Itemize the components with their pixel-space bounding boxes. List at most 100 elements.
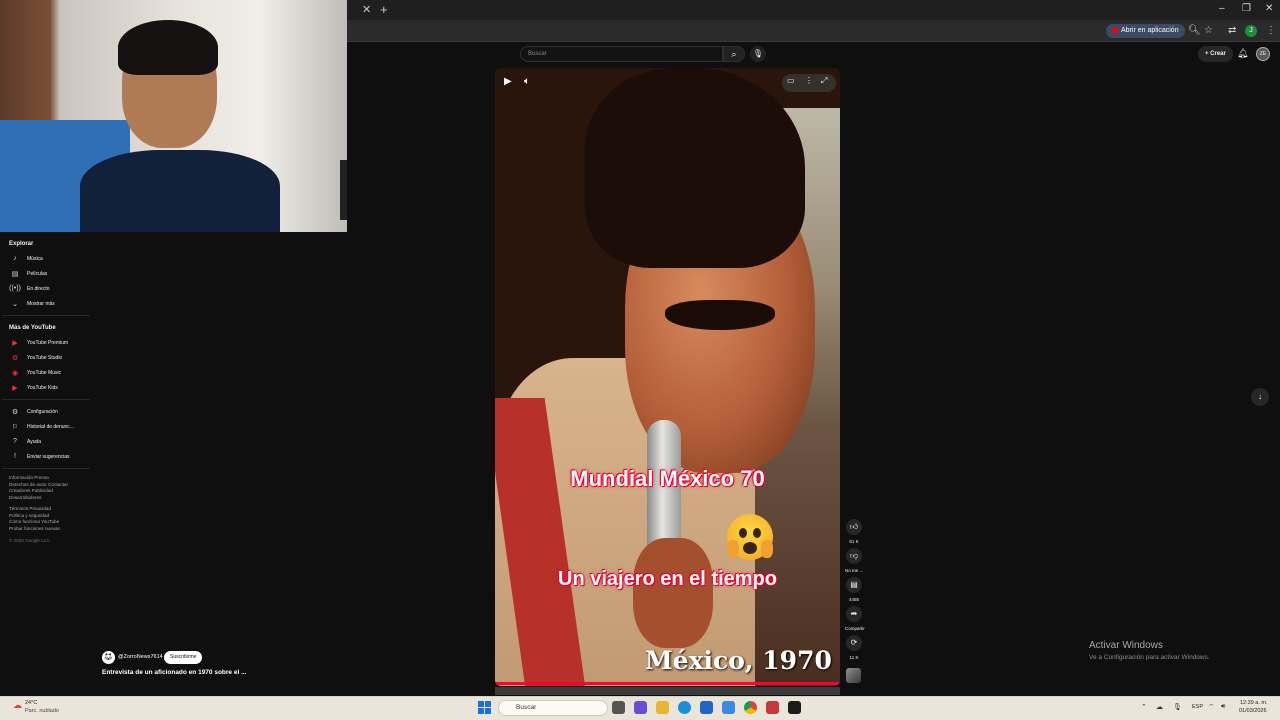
browser-profile-avatar[interactable]: J xyxy=(1245,25,1257,37)
shorts-video-player[interactable]: Mundial México 70 Un viajero en el tiemp… xyxy=(495,68,840,686)
speaker-icon[interactable]: 🔊︎ xyxy=(1221,703,1225,711)
taskbar-search[interactable]: Buscar xyxy=(498,700,608,716)
dislike-icon[interactable]: 👎︎ xyxy=(846,548,862,564)
search-button[interactable]: ⌕ xyxy=(723,46,745,62)
webcam-overlay xyxy=(0,0,347,232)
create-button[interactable]: + Crear xyxy=(1198,46,1233,62)
search-input[interactable]: Buscar xyxy=(520,46,723,62)
notifications-bell-icon[interactable]: 🔔︎ xyxy=(1237,48,1248,59)
chrome-icon[interactable] xyxy=(744,701,757,714)
sidebar-item-report-history[interactable]: ⚐ Historial de denunc... xyxy=(0,419,92,434)
sidebar-divider xyxy=(2,399,90,400)
activate-windows-title: Activar Windows xyxy=(1089,640,1163,651)
sidebar-item-premium[interactable]: ▶ YouTube Premium xyxy=(0,335,92,350)
dislike-action[interactable]: 👎︎ No me ... xyxy=(845,548,863,573)
film-icon: ▤ xyxy=(11,270,19,278)
sidebar-item-label: YouTube Premium xyxy=(27,339,69,346)
sidebar-item-studio[interactable]: ⚙ YouTube Studio xyxy=(0,350,92,365)
wifi-icon[interactable]: ⌔ xyxy=(1208,703,1215,712)
webcam-person-hair xyxy=(118,20,218,75)
sidebar-item-movies[interactable]: ▤ Películas xyxy=(0,266,92,281)
share-action[interactable]: ➦ Compartir xyxy=(845,606,865,631)
like-icon[interactable]: 👍︎ xyxy=(846,519,862,535)
volume-icon[interactable]: 🔈︎ xyxy=(524,76,530,87)
channel-avatar[interactable]: 🦊︎ xyxy=(102,651,115,664)
extensions-icon[interactable]: ⇄ xyxy=(1228,25,1236,36)
remix-action[interactable]: ⟳ 11 K xyxy=(845,635,863,660)
sidebar-item-music[interactable]: ♪ Música xyxy=(0,251,92,266)
microphone-tray-icon[interactable]: 🎙︎ xyxy=(1173,703,1182,711)
sidebar-item-label: Historial de denunc... xyxy=(27,423,74,430)
sidebar-item-feedback[interactable]: ! Enviar sugerencias xyxy=(0,449,92,464)
tray-overflow-icon[interactable]: ⌃ xyxy=(1141,703,1147,711)
fullscreen-icon[interactable]: ⤢ xyxy=(821,76,827,86)
channel-handle[interactable]: @ZorroNews7614 xyxy=(118,654,163,660)
video-title[interactable]: Entrevista de un aficionado en 1970 sobr… xyxy=(102,669,247,676)
network-tray-icon[interactable]: ☁ xyxy=(1156,703,1163,711)
sidebar-item-music-app[interactable]: ◉ YouTube Music xyxy=(0,365,92,380)
bookmark-star-icon[interactable]: ☆ xyxy=(1204,25,1213,36)
video-progress-bar[interactable] xyxy=(495,682,840,685)
youtube-logo-icon xyxy=(1112,28,1118,33)
language-indicator[interactable]: ESP xyxy=(1192,704,1203,710)
mail-icon[interactable] xyxy=(722,701,735,714)
sidebar-item-show-more[interactable]: ⌄ Mostrar más xyxy=(0,296,92,311)
clock-date[interactable]: 01/03/2026 xyxy=(1239,708,1267,714)
next-short-preview[interactable] xyxy=(495,687,840,695)
remix-icon[interactable]: ⟳ xyxy=(846,635,862,651)
sidebar-item-label: YouTube Studio xyxy=(27,354,63,361)
sidebar-item-help[interactable]: ? Ayuda xyxy=(0,434,92,449)
webcam-person-shirt xyxy=(80,150,280,232)
more-options-icon[interactable]: ⋮ xyxy=(805,76,813,85)
weather-temperature[interactable]: 24°C xyxy=(25,700,37,706)
new-tab-icon[interactable]: + xyxy=(380,2,388,17)
close-window-icon[interactable]: ✕ xyxy=(1265,3,1273,14)
weather-icon[interactable]: ☁ xyxy=(13,700,22,711)
sidebar-item-label: Mostrar más xyxy=(27,300,55,307)
more-from-youtube-heading: Más de YouTube xyxy=(9,325,56,331)
footer-links[interactable]: Desarrolladores xyxy=(0,495,92,502)
activate-windows-subtitle: Ve a Configuración para activar Windows. xyxy=(1089,654,1210,661)
youtube-music-icon: ◉ xyxy=(11,369,19,377)
like-count: 61 K xyxy=(849,539,859,544)
sidebar-item-kids[interactable]: ▶ YouTube Kids xyxy=(0,380,92,395)
sidebar-item-live[interactable]: ((•)) En directo xyxy=(0,281,92,296)
next-video-button[interactable]: ↓ xyxy=(1251,388,1269,406)
like-action[interactable]: 👍︎ 61 K xyxy=(845,519,863,544)
comment-count: 4455 xyxy=(848,597,859,602)
open-in-app-button[interactable]: Abrir en aplicación xyxy=(1106,24,1185,38)
video-person-mustache xyxy=(665,300,775,330)
edge-browser-icon[interactable] xyxy=(678,701,691,714)
play-icon[interactable]: ▶ xyxy=(504,76,512,87)
comments-action[interactable]: ▤ 4455 xyxy=(845,577,863,602)
clock-time[interactable]: 12:39 a. m. xyxy=(1240,700,1268,706)
subscribe-button[interactable]: Suscribirme xyxy=(164,651,203,664)
voice-search-button[interactable]: 🎙︎ xyxy=(750,46,766,62)
widgets-icon[interactable] xyxy=(634,701,647,714)
account-avatar[interactable]: ZE xyxy=(1256,47,1270,61)
player-top-controls: ▭ ⋮ ⤢ xyxy=(782,74,836,92)
minimize-icon[interactable]: – xyxy=(1219,3,1225,14)
app-icon[interactable] xyxy=(766,701,779,714)
captions-icon[interactable]: ▭ xyxy=(787,76,795,85)
maximize-icon[interactable]: ❐ xyxy=(1242,3,1251,14)
store-icon[interactable] xyxy=(700,701,713,714)
zoom-icon[interactable]: 🔍︎ xyxy=(1188,25,1201,36)
sidebar-divider xyxy=(2,315,90,316)
footer-links[interactable]: Probar funciones nuevas xyxy=(0,526,92,533)
weather-description[interactable]: Parc. nublado xyxy=(25,708,59,714)
comment-icon[interactable]: ▤ xyxy=(846,577,862,593)
browser-menu-icon[interactable]: ⋮ xyxy=(1266,25,1276,36)
tab-close-icon[interactable]: ✕ xyxy=(362,3,371,16)
sidebar-item-label: YouTube Kids xyxy=(27,384,58,391)
task-view-icon[interactable] xyxy=(612,701,625,714)
share-icon[interactable]: ➦ xyxy=(846,606,862,622)
copyright: © 2026 Google LLC xyxy=(9,538,50,543)
file-explorer-icon[interactable] xyxy=(656,701,669,714)
remix-count: 11 K xyxy=(849,655,859,660)
sidebar-item-label: En directo xyxy=(27,285,50,292)
sidebar-item-settings[interactable]: ⚙ Configuración xyxy=(0,404,92,419)
terminal-icon[interactable] xyxy=(788,701,801,714)
sound-thumbnail[interactable] xyxy=(846,668,861,683)
windows-start-button[interactable] xyxy=(478,701,491,714)
